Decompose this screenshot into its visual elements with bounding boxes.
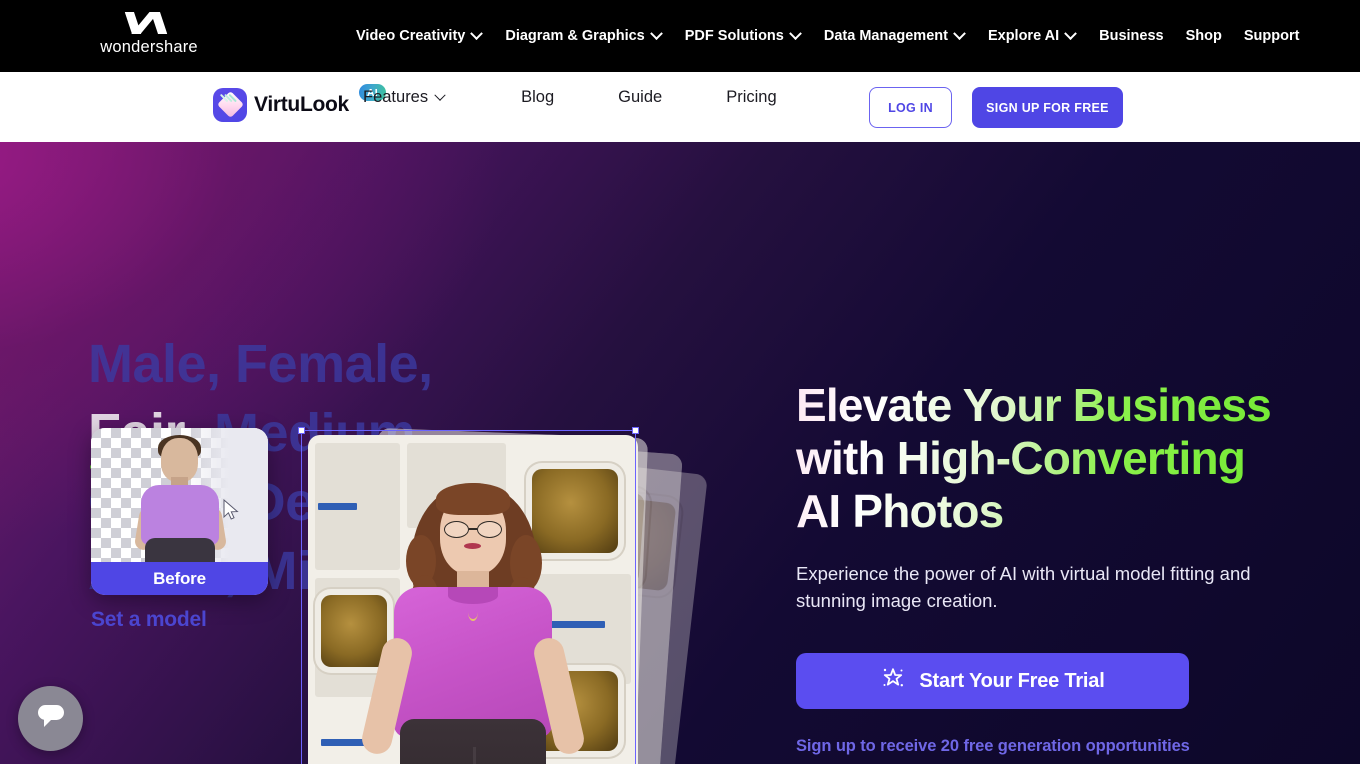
wondershare-logo[interactable]: wondershare [84,12,214,57]
top-nav-label: Diagram & Graphics [505,28,645,44]
product-nav-label: Pricing [726,88,777,106]
top-nav-label: Shop [1185,28,1222,44]
top-nav-label: Data Management [823,28,948,44]
virtulook-brand[interactable]: VirtuLook AI [213,84,387,122]
product-nav-item-blog[interactable]: Blog [521,88,554,107]
chevron-down-icon [434,89,446,101]
product-nav-item-guide[interactable]: Guide [618,88,662,107]
virtulook-product-bar [0,72,1360,142]
top-nav-item-video-creativity[interactable]: Video Creativity [356,26,484,44]
product-nav: Features Blog Guide Pricing [363,88,777,107]
product-nav-item-features[interactable]: Features [363,88,446,107]
chat-bubble-icon [34,701,68,736]
virtulook-diamond-logo-icon [213,88,247,122]
attribute-line-1: Male, Female, [88,334,433,394]
wondershare-w-logo-icon [120,12,178,34]
product-nav-label: Guide [618,88,663,106]
top-nav-label: Explore AI [987,28,1060,44]
virtulook-wordmark: VirtuLook [254,93,349,116]
start-free-trial-button[interactable]: Start Your Free Trial [796,653,1189,710]
generated-photo-stack [300,427,780,764]
main-model-photo[interactable] [308,435,638,764]
page-title: Elevate Your Business with High-Converti… [796,379,1296,538]
login-button[interactable]: LOG IN [869,87,952,128]
headline-line-2: with High-Converting [796,431,1246,484]
top-nav-item-pdf-solutions[interactable]: PDF Solutions [684,26,802,44]
sparkle-star-icon [880,665,906,697]
hero-section: Male, Female, Fair , Medium, Olive, Deep… [0,142,1360,764]
hero-subcopy: Experience the power of AI with virtual … [796,562,1251,612]
chat-widget-button[interactable] [18,686,83,751]
top-nav-item-explore-ai[interactable]: Explore AI [987,26,1078,44]
chevron-down-icon [788,26,802,40]
glasses-icon [444,521,502,538]
chevron-down-icon [470,26,484,40]
headline-line-3: AI Photos [796,484,1004,537]
chevron-down-icon [953,26,966,40]
model-figure [359,477,587,764]
cta-label: Start Your Free Trial [919,669,1105,692]
mouse-pointer-icon [223,499,240,521]
before-label: Before [91,562,268,595]
top-nav-label: Video Creativity [356,28,466,44]
top-nav-item-diagram-graphics[interactable]: Diagram & Graphics [505,26,663,44]
top-nav-label: Business [1099,28,1164,44]
product-nav-label: Features [363,88,429,106]
product-nav-label: Blog [521,88,555,106]
top-nav-item-business[interactable]: Business [1099,28,1163,44]
top-nav-item-data-management[interactable]: Data Management [823,26,966,44]
before-preview-card[interactable]: Before [91,428,268,595]
top-nav-item-support[interactable]: Support [1244,28,1300,44]
wondershare-top-bar: wondershare Video Creativity Diagram & G… [0,0,1360,72]
before-model-figure [133,435,228,574]
headline-line-1: Elevate Your Business [796,379,1271,431]
top-nav: Video Creativity Diagram & Graphics PDF … [356,0,1321,72]
chevron-down-icon [1064,26,1078,40]
product-nav-item-pricing[interactable]: Pricing [726,88,776,107]
chevron-down-icon [649,26,663,40]
top-nav-item-shop[interactable]: Shop [1186,28,1222,44]
signup-button[interactable]: SIGN UP FOR FREE [972,87,1123,128]
set-a-model-label: Set a model [91,608,207,631]
wondershare-wordmark: wondershare [100,38,198,56]
top-nav-label: PDF Solutions [684,28,784,44]
top-nav-label: Support [1243,28,1300,44]
hero-copy-column: Elevate Your Business with High-Converti… [796,379,1296,756]
signup-offer-link[interactable]: Sign up to receive 20 free generation op… [796,737,1296,756]
